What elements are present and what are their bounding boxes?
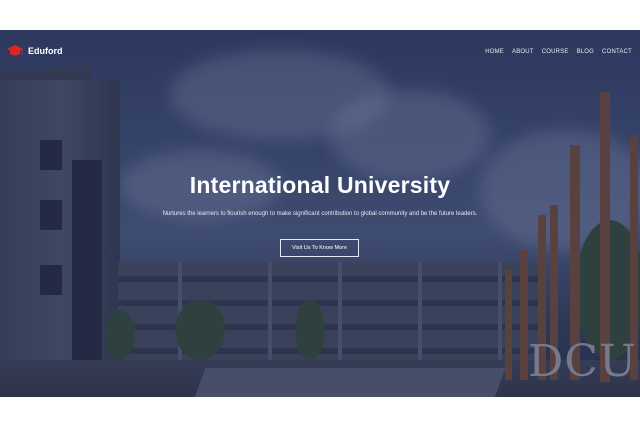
nav-item-about[interactable]: ABOUT bbox=[512, 49, 534, 55]
hero-subtitle: Nurtures the learners to flourish enough… bbox=[162, 211, 478, 217]
brand-logo[interactable]: Eduford bbox=[6, 44, 63, 58]
nav-item-course[interactable]: COURSE bbox=[542, 49, 569, 55]
graduation-cap-icon bbox=[6, 44, 24, 58]
main-nav: HOME ABOUT COURSE BLOG CONTACT bbox=[485, 49, 632, 55]
visit-us-button[interactable]: Visit Us To Know More bbox=[280, 239, 359, 257]
hero-title: International University bbox=[189, 172, 451, 198]
brand-name: Eduford bbox=[28, 46, 63, 56]
nav-item-home[interactable]: HOME bbox=[485, 49, 504, 55]
nav-item-blog[interactable]: BLOG bbox=[577, 49, 594, 55]
nav-item-contact[interactable]: CONTACT bbox=[602, 49, 632, 55]
